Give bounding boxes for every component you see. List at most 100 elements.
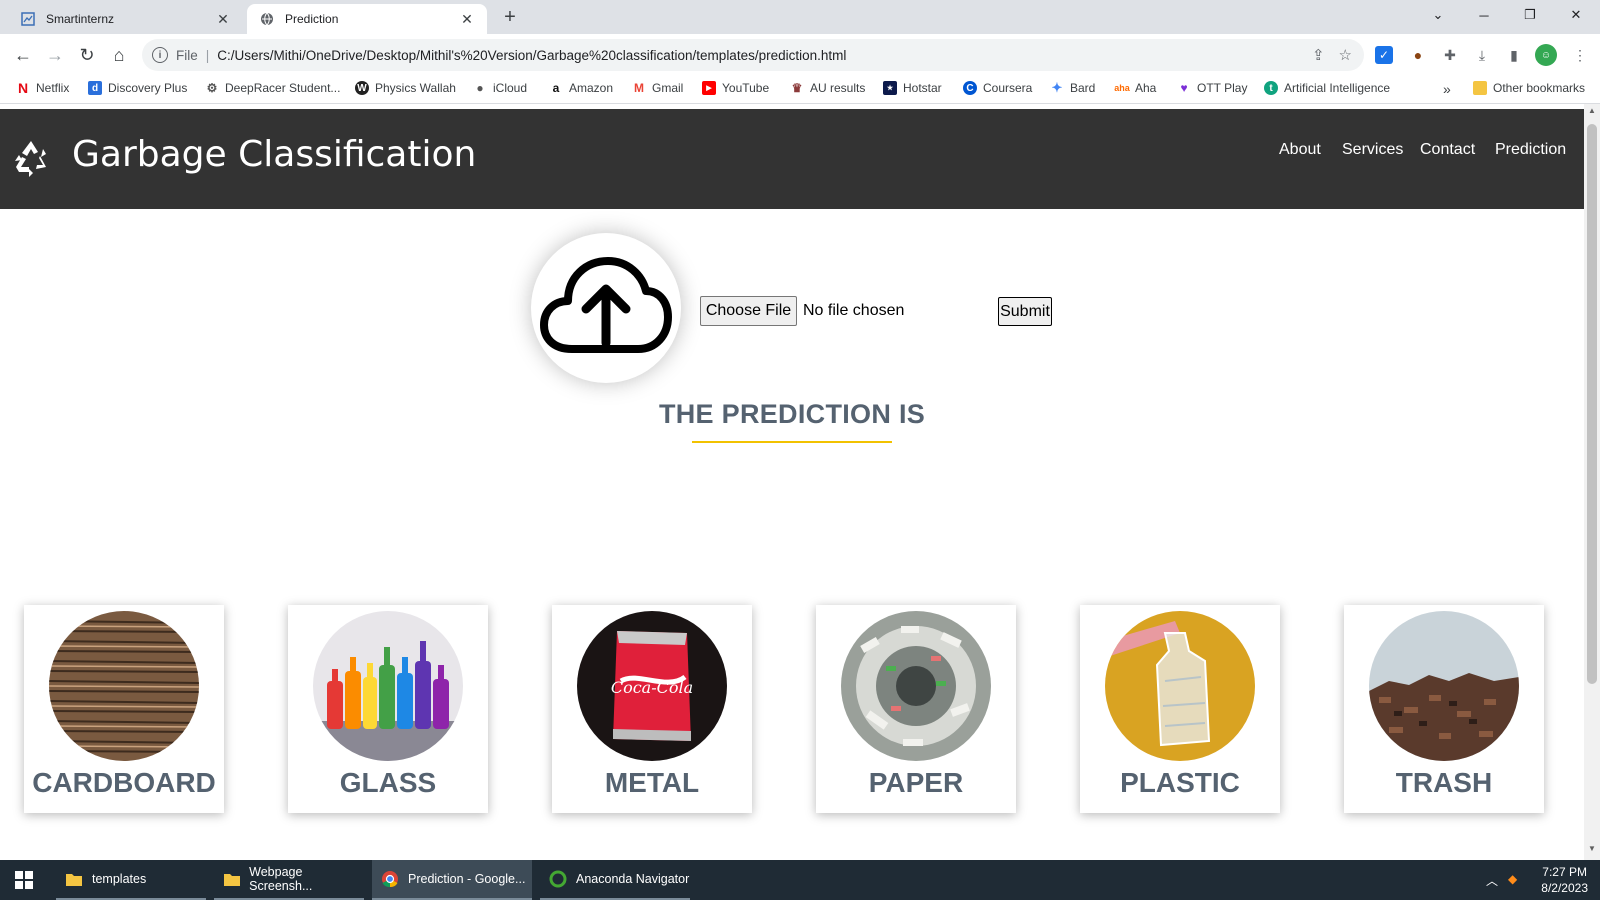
- nav-contact[interactable]: Contact: [1420, 141, 1475, 159]
- scroll-up-arrow-icon[interactable]: ▲: [1584, 106, 1600, 120]
- cloud-upload-icon: [540, 257, 672, 353]
- trash-heap-image-icon: [1369, 611, 1519, 761]
- taskbar-item-label: Anaconda Navigator: [576, 872, 690, 886]
- svg-text:Coca-Cola: Coca-Cola: [611, 678, 693, 697]
- tab-search-chevron-icon[interactable]: ⌄: [1418, 0, 1458, 30]
- windows-start-icon[interactable]: [0, 860, 48, 900]
- site-title: Garbage Classification: [72, 134, 477, 175]
- back-arrow-icon[interactable]: ←: [10, 42, 36, 68]
- bookmark-ott-play[interactable]: ♥ OTT Play: [1177, 81, 1247, 95]
- bookmark-bard[interactable]: ✦ Bard: [1050, 80, 1096, 95]
- taskbar-item-anaconda[interactable]: Anaconda Navigator: [540, 860, 690, 900]
- bookmark-youtube[interactable]: ▶ YouTube: [702, 81, 769, 95]
- physics-wallah-icon: W: [355, 81, 369, 95]
- chrome-menu-icon[interactable]: ⋮: [1569, 44, 1591, 66]
- clock-time: 7:27 PM: [1542, 865, 1587, 879]
- bookmark-aha[interactable]: aha Aha: [1114, 81, 1156, 95]
- youtube-icon: ▶: [702, 81, 716, 95]
- bookmark-label: iCloud: [493, 81, 528, 95]
- submit-button[interactable]: Submit: [998, 297, 1052, 326]
- tab-prediction[interactable]: Prediction ✕: [247, 4, 487, 34]
- close-tab-icon[interactable]: ✕: [215, 11, 231, 28]
- ott-play-icon: ♥: [1180, 81, 1188, 95]
- bookmark-deepracer[interactable]: ⚙ DeepRacer Student...: [205, 81, 341, 95]
- taskbar-item-webpage-screenshots[interactable]: Webpage Screensh...: [214, 860, 364, 900]
- other-bookmarks-folder[interactable]: Other bookmarks: [1473, 81, 1585, 95]
- scroll-down-arrow-icon[interactable]: ▼: [1584, 844, 1600, 858]
- bookmarks-overflow-icon[interactable]: »: [1443, 81, 1451, 97]
- address-bar[interactable]: i File | C:/Users/Mithi/OneDrive/Desktop…: [142, 39, 1364, 71]
- url-text[interactable]: C:/Users/Mithi/OneDrive/Desktop/Mithil's…: [217, 48, 846, 63]
- folder-icon: [222, 870, 241, 888]
- reload-icon[interactable]: ↻: [74, 42, 100, 68]
- close-window-icon[interactable]: ✕: [1556, 0, 1596, 30]
- folder-icon: [64, 870, 84, 888]
- minimize-icon[interactable]: ─: [1464, 0, 1504, 30]
- category-card-trash: TRASH: [1344, 605, 1544, 813]
- browser-tab-strip: Smartinternz ✕ Prediction ✕ + ⌄ ─ ❐ ✕: [0, 0, 1600, 34]
- category-card-plastic: PLASTIC: [1080, 605, 1280, 813]
- choose-file-button[interactable]: Choose File: [700, 296, 797, 326]
- bookmark-amazon[interactable]: a Amazon: [549, 81, 613, 95]
- close-tab-icon[interactable]: ✕: [459, 11, 475, 28]
- site-header: Garbage Classification About Services Co…: [0, 109, 1584, 209]
- bookmark-au-results[interactable]: ♛ AU results: [790, 81, 866, 95]
- bookmark-physics-wallah[interactable]: W Physics Wallah: [355, 81, 456, 95]
- bookmark-label: Netflix: [36, 81, 70, 95]
- checkbox-extension-icon[interactable]: ✓: [1375, 46, 1393, 64]
- taskbar-clock[interactable]: 7:27 PM 8/2/2023: [1541, 864, 1588, 896]
- recycle-icon: [10, 137, 52, 179]
- heading-underline: [692, 441, 892, 443]
- taskbar-item-chrome[interactable]: Prediction - Google...: [372, 860, 532, 900]
- bookmark-gmail[interactable]: M Gmail: [632, 81, 683, 95]
- page-scrollbar[interactable]: ▲ ▼: [1584, 104, 1600, 860]
- bookmark-hotstar[interactable]: ★ Hotstar: [883, 81, 942, 95]
- side-panel-icon[interactable]: ▮: [1503, 44, 1525, 66]
- cookie-extension-icon[interactable]: ●: [1407, 44, 1429, 66]
- bookmark-icloud[interactable]: ● iCloud: [473, 81, 527, 95]
- upload-cloud-button[interactable]: [531, 233, 681, 383]
- nav-prediction[interactable]: Prediction: [1495, 141, 1566, 159]
- share-icon[interactable]: ⇪: [1312, 46, 1325, 64]
- category-label: CARDBOARD: [32, 767, 216, 798]
- taskbar-item-label: templates: [92, 872, 147, 886]
- amazon-icon: a: [552, 81, 560, 95]
- bookmark-label: AU results: [810, 81, 866, 95]
- nav-about[interactable]: About: [1279, 141, 1321, 159]
- cardboard-image-icon: [49, 611, 199, 761]
- discovery-plus-icon: d: [88, 81, 102, 95]
- bookmark-star-icon[interactable]: ☆: [1339, 46, 1352, 64]
- nav-services[interactable]: Services: [1342, 141, 1403, 159]
- home-icon[interactable]: ⌂: [106, 42, 132, 68]
- taskbar-item-templates[interactable]: templates: [56, 860, 206, 900]
- browser-toolbar: ← → ↻ ⌂ i File | C:/Users/Mithi/OneDrive…: [0, 34, 1600, 76]
- bookmark-label: Other bookmarks: [1493, 81, 1586, 95]
- windows-taskbar: templates Webpage Screensh... Prediction…: [0, 860, 1600, 900]
- plastic-bottle-image-icon: [1105, 611, 1255, 761]
- extensions-puzzle-icon[interactable]: ✚: [1439, 44, 1461, 66]
- bookmark-artificial-intelligence[interactable]: t Artificial Intelligence: [1264, 81, 1390, 95]
- info-icon[interactable]: i: [152, 47, 168, 63]
- bookmark-label: Amazon: [569, 81, 614, 95]
- new-tab-plus-icon[interactable]: +: [498, 6, 522, 29]
- hotstar-icon: ★: [883, 81, 897, 95]
- netflix-icon: N: [17, 80, 29, 96]
- bookmark-coursera[interactable]: C Coursera: [963, 81, 1032, 95]
- globe-icon: [259, 11, 275, 27]
- category-card-paper: PAPER: [816, 605, 1016, 813]
- bookmark-label: Bard: [1070, 81, 1096, 95]
- tab-smartinternz[interactable]: Smartinternz ✕: [8, 4, 243, 34]
- profile-avatar-icon[interactable]: ☺: [1535, 44, 1557, 66]
- au-crest-icon: ♛: [791, 81, 803, 95]
- file-status-text: No file chosen: [803, 302, 905, 319]
- download-icon[interactable]: ⤓: [1471, 44, 1493, 66]
- scrollbar-thumb[interactable]: [1587, 124, 1597, 684]
- forward-arrow-icon[interactable]: →: [42, 42, 68, 68]
- restore-icon[interactable]: ❐: [1510, 0, 1550, 30]
- apple-icon: ●: [476, 81, 484, 95]
- tray-chevron-up-icon[interactable]: ︿: [1486, 872, 1498, 889]
- bookmark-netflix[interactable]: N Netflix: [16, 80, 70, 96]
- tray-app-icon[interactable]: ◆: [1508, 872, 1517, 886]
- bookmark-discovery-plus[interactable]: d Discovery Plus: [88, 81, 187, 95]
- bookmark-label: Artificial Intelligence: [1284, 81, 1391, 95]
